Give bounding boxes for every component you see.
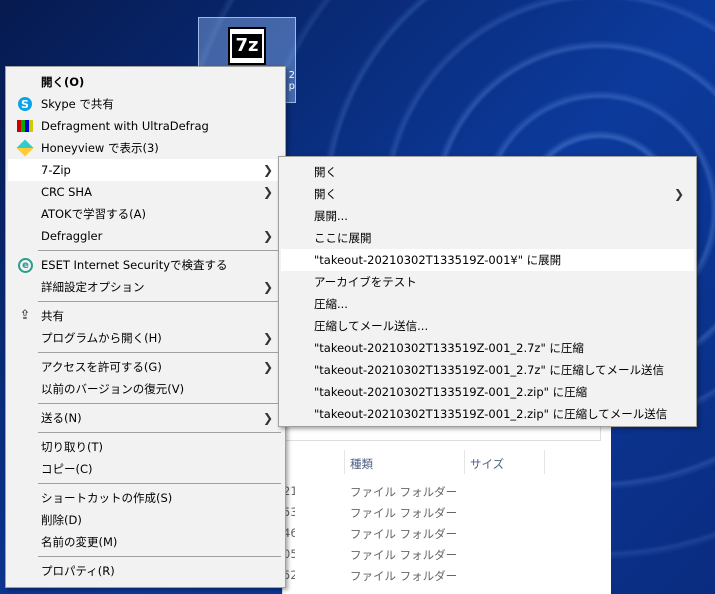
menu-item-atok[interactable]: ATOKで学習する(A) (8, 203, 283, 225)
file-row[interactable]: 21 ファイル フォルダー (283, 481, 611, 502)
menu-item-cut[interactable]: 切り取り(T) (8, 436, 283, 458)
menu-separator (38, 483, 281, 484)
menu-item-defraggler[interactable]: Defraggler ❯ (8, 225, 283, 247)
zip-item-compress-7z[interactable]: "takeout-20210302T133519Z-001_2.7z" に圧縮 (281, 337, 694, 359)
menu-item-advanced-options[interactable]: 詳細設定オプション ❯ (8, 276, 283, 298)
file-row[interactable]: 46 ファイル フォルダー (283, 523, 611, 544)
chevron-right-icon: ❯ (262, 185, 273, 199)
menu-item-ultradefrag[interactable]: Defragment with UltraDefrag (8, 115, 283, 137)
zip-item-compress[interactable]: 圧縮... (281, 293, 694, 315)
menu-item-send-to[interactable]: 送る(N) ❯ (8, 407, 283, 429)
file-type: ファイル フォルダー (350, 569, 458, 583)
menu-separator (38, 352, 281, 353)
menu-item-skype-share[interactable]: S Skype で共有 (8, 93, 283, 115)
context-menu: 開く(O) S Skype で共有 Defragment with UltraD… (5, 66, 286, 588)
zip-item-extract-here[interactable]: ここに展開 (281, 227, 694, 249)
menu-item-give-access[interactable]: アクセスを許可する(G) ❯ (8, 356, 283, 378)
share-icon: ⇪ (19, 308, 31, 323)
chevron-right-icon: ❯ (262, 280, 273, 294)
zip-item-compress-zip[interactable]: "takeout-20210302T133519Z-001_2.zip" に圧縮 (281, 381, 694, 403)
file-type: ファイル フォルダー (350, 485, 458, 499)
file-row[interactable]: 53 ファイル フォルダー (283, 502, 611, 523)
menu-item-open[interactable]: 開く(O) (8, 71, 283, 93)
ultradefrag-icon (17, 120, 33, 132)
column-divider[interactable] (544, 450, 545, 474)
7zip-logo-icon: 7z (228, 27, 266, 65)
file-type: ファイル フォルダー (350, 527, 458, 541)
eset-icon: e (18, 258, 33, 273)
zip-item-extract[interactable]: 展開... (281, 205, 694, 227)
menu-item-properties[interactable]: プロパティ(R) (8, 560, 283, 582)
file-row[interactable]: 52 ファイル フォルダー (283, 565, 611, 586)
menu-item-crc-sha[interactable]: CRC SHA ❯ (8, 181, 283, 203)
chevron-right-icon: ❯ (262, 411, 273, 425)
menu-separator (38, 403, 281, 404)
zip-item-compress-email[interactable]: 圧縮してメール送信... (281, 315, 694, 337)
menu-item-delete[interactable]: 削除(D) (8, 509, 283, 531)
skype-icon: S (18, 97, 32, 111)
column-type[interactable]: 種類 (350, 456, 373, 472)
zip-item-open-sub[interactable]: 開く ❯ (281, 183, 694, 205)
menu-item-eset-scan[interactable]: e ESET Internet Securityで検査する (8, 254, 283, 276)
zip-item-test-archive[interactable]: アーカイブをテスト (281, 271, 694, 293)
menu-item-share[interactable]: ⇪ 共有 (8, 305, 283, 327)
menu-item-honeyview[interactable]: Honeyview で表示(3) (8, 137, 283, 159)
menu-separator (38, 556, 281, 557)
column-divider[interactable] (464, 450, 465, 474)
chevron-right-icon: ❯ (262, 163, 273, 177)
file-type: ファイル フォルダー (350, 548, 458, 562)
menu-item-rename[interactable]: 名前の変更(M) (8, 531, 283, 553)
menu-separator (38, 301, 281, 302)
zip-item-open[interactable]: 開く (281, 161, 694, 183)
column-divider[interactable] (344, 450, 345, 474)
menu-item-open-with[interactable]: プログラムから開く(H) ❯ (8, 327, 283, 349)
honeyview-icon (16, 139, 34, 157)
file-type: ファイル フォルダー (350, 506, 458, 520)
chevron-right-icon: ❯ (262, 331, 273, 345)
menu-item-copy[interactable]: コピー(C) (8, 458, 283, 480)
menu-item-restore-versions[interactable]: 以前のバージョンの復元(V) (8, 378, 283, 400)
menu-item-7zip[interactable]: 7-Zip ❯ (8, 159, 283, 181)
7zip-submenu: 開く 開く ❯ 展開... ここに展開 "takeout-20210302T13… (278, 156, 697, 427)
explorer-column-header: 種類 サイズ (283, 452, 611, 476)
chevron-right-icon: ❯ (262, 229, 273, 243)
menu-item-create-shortcut[interactable]: ショートカットの作成(S) (8, 487, 283, 509)
column-size[interactable]: サイズ (470, 456, 504, 472)
chevron-right-icon: ❯ (262, 360, 273, 374)
file-row[interactable]: 05 ファイル フォルダー (283, 544, 611, 565)
zip-item-compress-zip-email[interactable]: "takeout-20210302T133519Z-001_2.zip" に圧縮… (281, 403, 694, 425)
chevron-right-icon: ❯ (673, 187, 684, 201)
zip-item-extract-to-folder[interactable]: "takeout-20210302T133519Z-001¥" に展開 (281, 249, 694, 271)
menu-separator (38, 432, 281, 433)
zip-item-compress-7z-email[interactable]: "takeout-20210302T133519Z-001_2.7z" に圧縮し… (281, 359, 694, 381)
menu-separator (38, 250, 281, 251)
explorer-window: 種類 サイズ 21 ファイル フォルダー 53 ファイル フォルダー 46 ファ… (282, 420, 611, 594)
